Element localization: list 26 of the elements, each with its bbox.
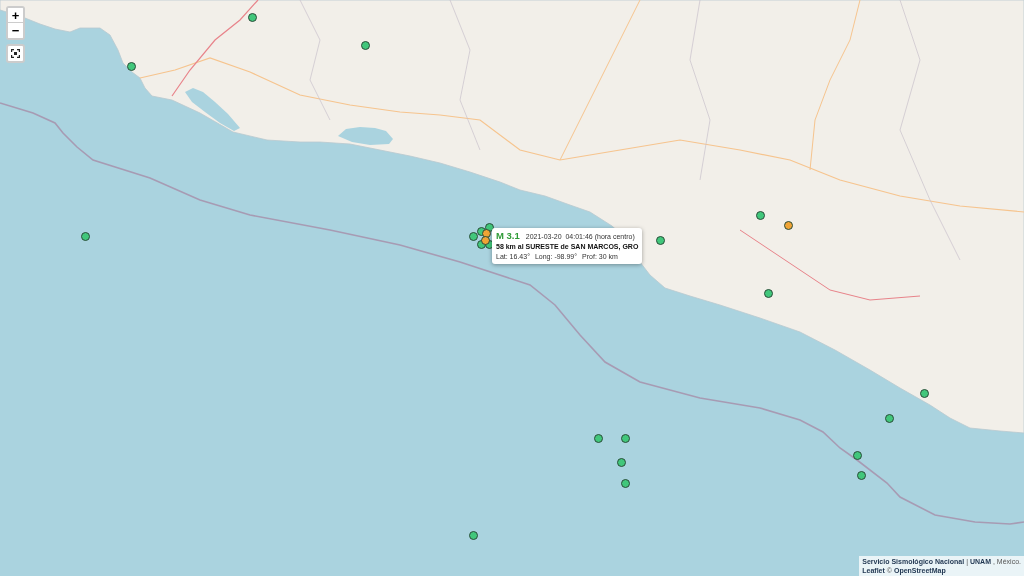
circle-marker-icon[interactable] xyxy=(783,220,793,230)
circle-marker-icon[interactable] xyxy=(884,413,894,423)
circle-marker-icon[interactable] xyxy=(247,12,257,22)
lagoon xyxy=(185,88,240,131)
fullscreen-button[interactable] xyxy=(6,44,25,63)
lagoon xyxy=(338,127,393,145)
circle-marker-icon[interactable] xyxy=(919,388,929,398)
circle-marker-icon[interactable] xyxy=(480,235,490,245)
circle-marker-icon[interactable] xyxy=(763,288,773,298)
circle-marker-icon[interactable] xyxy=(755,210,765,220)
circle-marker-icon[interactable] xyxy=(852,450,862,460)
magnitude-text: M 3.1 xyxy=(496,230,520,241)
circle-marker-icon[interactable] xyxy=(481,228,491,238)
circle-marker-icon[interactable] xyxy=(593,433,603,443)
circle-marker-icon[interactable] xyxy=(468,530,478,540)
circle-marker-icon[interactable] xyxy=(620,478,630,488)
zoom-in-button[interactable]: + xyxy=(8,8,23,23)
circle-marker-icon[interactable] xyxy=(126,61,136,71)
circle-marker-icon[interactable] xyxy=(360,40,370,50)
circle-marker-icon[interactable] xyxy=(80,231,90,241)
circle-marker-icon[interactable] xyxy=(655,235,665,245)
fullscreen-icon xyxy=(11,49,20,58)
circle-marker-icon[interactable] xyxy=(616,457,626,467)
circle-marker-icon[interactable] xyxy=(856,470,866,480)
circle-marker-icon[interactable] xyxy=(620,433,630,443)
circle-marker-icon[interactable] xyxy=(468,231,478,241)
